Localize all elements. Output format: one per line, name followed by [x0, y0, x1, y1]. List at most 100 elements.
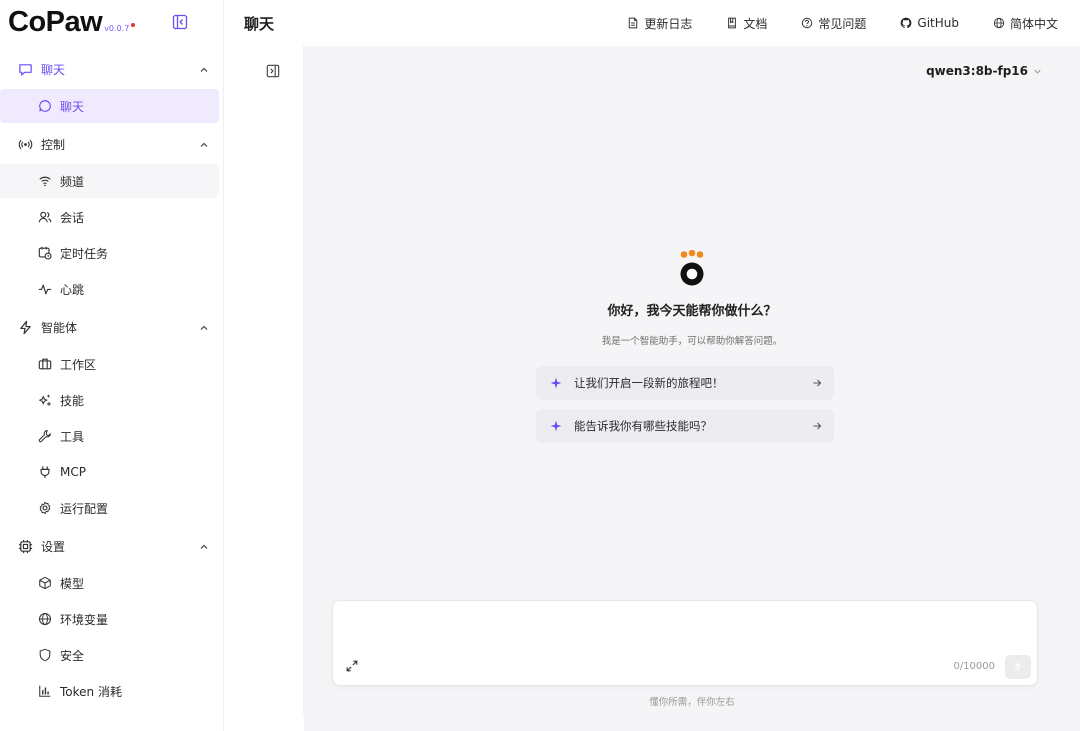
sidebar-item-token-usage[interactable]: Token 消耗	[0, 674, 219, 708]
docs-icon	[728, 17, 737, 29]
github-icon	[901, 17, 912, 29]
sidebar-item-label: 工具	[60, 429, 85, 444]
arrow-up-icon	[1014, 662, 1022, 671]
language-switch[interactable]: 简体中文	[993, 15, 1058, 32]
app-version: v0.0.7	[104, 22, 136, 33]
footer-tagline: 懂你所需，伴你左右	[649, 697, 735, 708]
char-counter: 0/10000	[953, 661, 995, 672]
welcome-block: 你好，我今天能帮你做什么？ 我是一个智能助手，可以帮助你解答问题。	[304, 250, 1080, 347]
sidebar-group-settings[interactable]: 设置	[0, 527, 223, 565]
sidebar-item-run-config[interactable]: 运行配置	[0, 491, 219, 525]
sidebar-item-workspace[interactable]: 工作区	[0, 347, 219, 381]
plug-icon	[38, 465, 52, 479]
sidebar-item-label: 运行配置	[60, 501, 109, 516]
suggestion-text: 能告诉我你有哪些技能吗？	[574, 419, 712, 433]
sidebar-item-sessions[interactable]: 会话	[0, 200, 219, 234]
model-select[interactable]: qwen3:8b-fp16	[926, 64, 1042, 78]
message-input[interactable]	[347, 613, 1017, 649]
sidebar-group-agent[interactable]: 智能体	[0, 308, 223, 346]
sidebar-item-channels[interactable]: 频道	[0, 164, 219, 198]
sidebar-group-chat[interactable]: 聊天	[0, 50, 223, 88]
sidebar-item-env-vars[interactable]: 环境变量	[0, 602, 219, 636]
sidebar-group-label: 控制	[41, 137, 66, 152]
users-icon	[38, 210, 52, 224]
broadcast-icon	[18, 137, 33, 152]
wifi-icon	[38, 174, 52, 188]
sidebar-item-label: 环境变量	[60, 612, 109, 627]
github-link[interactable]: GitHub	[900, 16, 959, 30]
chevron-down-icon	[1034, 69, 1041, 74]
sidebar-group-label: 聊天	[41, 62, 66, 77]
sidebar-item-skills[interactable]: 技能	[0, 383, 219, 417]
message-composer: 0/10000	[332, 600, 1038, 686]
panel-toggle-icon[interactable]	[266, 64, 280, 78]
shield-icon	[38, 648, 52, 662]
sidebar-item-mcp[interactable]: MCP	[0, 455, 219, 489]
wrench-icon	[38, 429, 52, 443]
sidebar-item-chat[interactable]: 聊天	[0, 89, 219, 123]
sidebar-group-label: 智能体	[41, 320, 78, 335]
heartbeat-icon	[38, 282, 52, 296]
sidebar-item-label: 频道	[60, 174, 85, 189]
suggestion-prompt[interactable]: 能告诉我你有哪些技能吗？	[536, 409, 834, 443]
docs-link[interactable]: 文档	[726, 15, 767, 32]
bar-chart-icon	[38, 684, 52, 698]
gear-icon	[38, 501, 52, 515]
sidebar-item-label: 工作区	[60, 357, 97, 372]
sidebar-item-security[interactable]: 安全	[0, 638, 219, 672]
suggestion-text: 让我们开启一段新的旅程吧！	[574, 376, 724, 390]
app-logo[interactable]: CoPaw	[8, 7, 103, 37]
sidebar-item-label: Token 消耗	[60, 684, 122, 699]
github-label: GitHub	[917, 16, 959, 30]
arrow-right-icon	[813, 422, 822, 430]
chat-bubble-icon	[18, 62, 33, 77]
header-links: 更新日志 文档 常见问题 GitHub 简体中文	[593, 0, 1058, 46]
brand: CoPaw v0.0.7	[0, 0, 223, 44]
sidebar-item-scheduled-tasks[interactable]: 定时任务	[0, 236, 219, 270]
chevron-up-icon	[199, 139, 209, 149]
changelog-link[interactable]: 更新日志	[627, 15, 692, 32]
calendar-clock-icon	[38, 246, 52, 260]
faq-link[interactable]: 常见问题	[801, 15, 866, 32]
sidebar-item-label: 定时任务	[60, 246, 109, 261]
sidebar-item-label: MCP	[60, 465, 86, 479]
sidebar-item-tools[interactable]: 工具	[0, 419, 219, 453]
model-select-value: qwen3:8b-fp16	[926, 64, 1028, 78]
sidebar-item-label: 模型	[60, 576, 85, 591]
version-dot	[131, 22, 136, 27]
chat-main: qwen3:8b-fp16 你好，我今天能帮你做什么？ 我是一个智能助手，可以帮…	[304, 46, 1080, 731]
header: 聊天 更新日志 文档 常见问题 GitHub 简体中文	[224, 0, 1080, 46]
sidebar-item-models[interactable]: 模型	[0, 566, 219, 600]
send-button[interactable]	[1005, 655, 1031, 679]
faq-icon	[802, 17, 813, 29]
lightning-icon	[18, 320, 33, 335]
language-label: 简体中文	[1009, 16, 1058, 31]
sidebar-group-control[interactable]: 控制	[0, 125, 223, 163]
page-title: 聊天	[244, 14, 275, 33]
arrow-right-icon	[813, 379, 822, 387]
chip-icon	[18, 539, 33, 554]
sidebar: CoPaw v0.0.7 聊天 聊天 控制 频道 会话 定时任务 心跳 智能体 …	[0, 0, 224, 731]
session-panel	[224, 46, 304, 714]
chevron-up-icon	[199, 322, 209, 332]
sidebar-item-label: 安全	[60, 648, 85, 663]
suggestion-prompt[interactable]: 让我们开启一段新的旅程吧！	[536, 366, 834, 400]
paw-logo-icon	[680, 250, 704, 286]
briefcase-icon	[38, 357, 52, 371]
sparkle-icon	[550, 377, 562, 389]
sidebar-item-heartbeat[interactable]: 心跳	[0, 272, 219, 306]
welcome-title: 你好，我今天能帮你做什么？	[607, 304, 777, 319]
faq-label: 常见问题	[818, 16, 867, 31]
sidebar-collapse-icon[interactable]	[172, 14, 188, 30]
sparkles-icon	[38, 393, 52, 407]
sparkle-icon	[550, 420, 562, 432]
globe-icon	[38, 612, 52, 626]
sidebar-group-label: 设置	[41, 539, 66, 554]
expand-icon[interactable]	[345, 659, 359, 673]
sidebar-item-label: 聊天	[60, 99, 85, 114]
cube-icon	[38, 576, 52, 590]
welcome-subtitle: 我是一个智能助手，可以帮助你解答问题。	[601, 336, 783, 347]
changelog-label: 更新日志	[644, 16, 693, 31]
sidebar-item-label: 心跳	[60, 282, 85, 297]
chat-circle-icon	[38, 99, 52, 113]
